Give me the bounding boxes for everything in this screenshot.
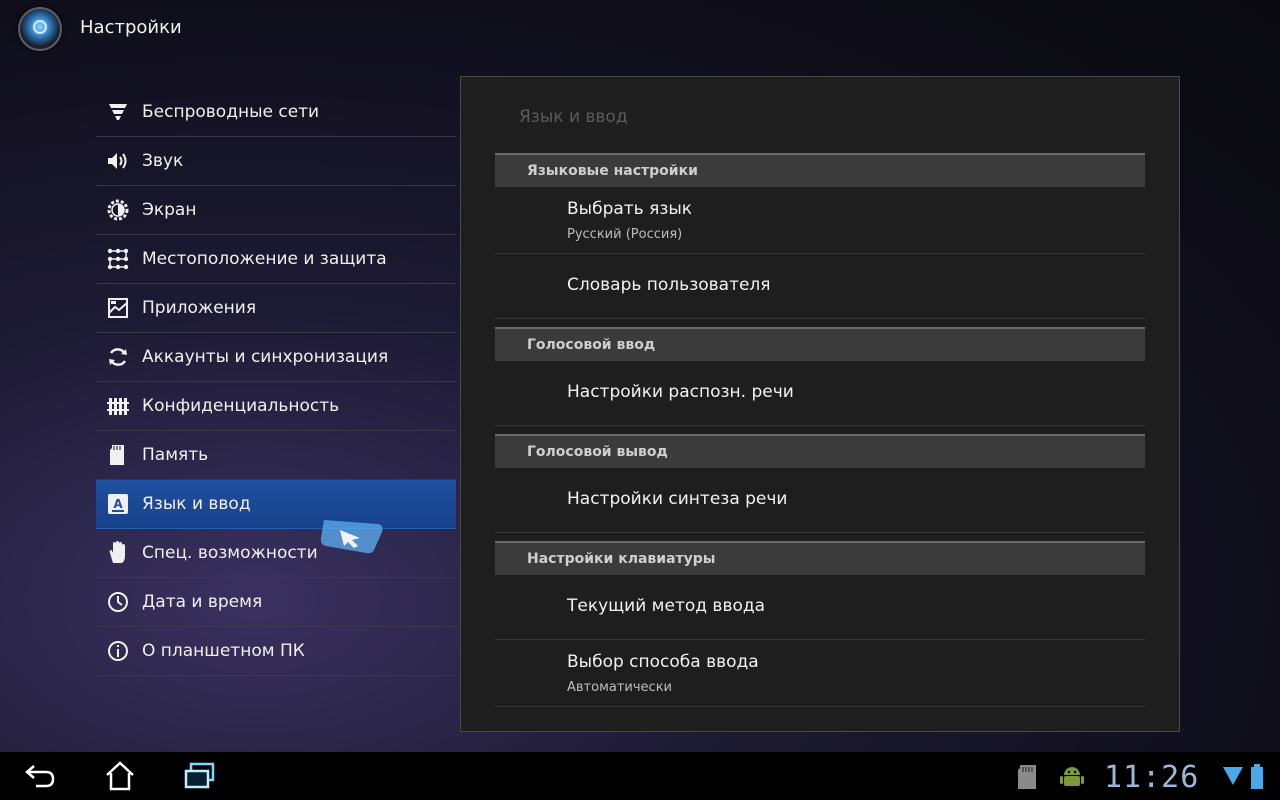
panel-title: Язык и ввод xyxy=(519,107,628,127)
watermark-logo xyxy=(300,516,410,586)
menu-item-label: Экран xyxy=(142,200,197,220)
pref-title: Настройки синтеза речи xyxy=(567,489,788,509)
pref-speech-recognition-settings[interactable]: Настройки распозн. речи xyxy=(495,361,1145,426)
home-icon xyxy=(106,761,134,791)
menu-item-screen[interactable]: Экран xyxy=(96,186,456,235)
clock-icon xyxy=(106,590,130,614)
brightness-icon xyxy=(106,198,130,222)
menu-item-accounts-sync[interactable]: Аккаунты и синхронизация xyxy=(96,333,456,382)
language-icon: A xyxy=(106,492,130,516)
pref-title: Текущий метод ввода xyxy=(567,596,766,616)
menu-item-about-tablet[interactable]: О планшетном ПК xyxy=(96,627,456,676)
sync-icon xyxy=(106,345,130,369)
preferences-panel: Язык и ввод Языковые настройки Выбрать я… xyxy=(460,76,1180,732)
svg-text:A: A xyxy=(113,497,123,511)
menu-item-label: Язык и ввод xyxy=(142,494,251,514)
menu-item-location-security[interactable]: Местоположение и защита xyxy=(96,235,456,284)
sd-card-icon xyxy=(106,443,130,467)
section-header: Настройки клавиатуры xyxy=(495,541,1145,575)
app-title: Настройки xyxy=(80,17,182,38)
location-lock-icon xyxy=(106,247,130,271)
pref-title: Выбрать язык xyxy=(567,199,693,219)
menu-item-label: Дата и время xyxy=(142,592,263,612)
pref-title: Настройки распозн. речи xyxy=(567,382,794,402)
hand-icon xyxy=(106,541,130,565)
action-bar: Настройки xyxy=(0,0,1280,58)
menu-item-label: О планшетном ПК xyxy=(142,641,305,661)
menu-item-label: Беспроводные сети xyxy=(142,102,320,122)
menu-item-wireless[interactable]: Беспроводные сети xyxy=(96,88,456,137)
menu-item-label: Память xyxy=(142,445,209,465)
back-button[interactable] xyxy=(20,760,60,792)
usb-debugging-icon xyxy=(1060,764,1084,794)
preferences-list: Языковые настройки Выбрать язык Русский … xyxy=(495,153,1145,707)
pref-summary: Русский (Россия) xyxy=(567,227,683,242)
settings-app-icon[interactable] xyxy=(18,7,62,51)
menu-item-label: Местоположение и защита xyxy=(142,249,387,269)
speaker-icon xyxy=(106,149,130,173)
menu-item-applications[interactable]: Приложения xyxy=(96,284,456,333)
sd-card-status-icon xyxy=(1016,764,1038,794)
battery-icon xyxy=(1250,764,1264,794)
settings-menu: Беспроводные сети Звук Экран Местоположе… xyxy=(96,88,456,676)
section-header: Языковые настройки xyxy=(495,153,1145,187)
menu-item-label: Конфиденциальность xyxy=(142,396,340,416)
menu-item-label: Звук xyxy=(142,151,184,171)
back-icon xyxy=(25,765,55,788)
pref-select-input-method[interactable]: Выбор способа ввода Автоматически xyxy=(495,640,1145,707)
pref-summary: Автоматически xyxy=(567,680,673,695)
home-button[interactable] xyxy=(100,760,140,792)
recent-apps-button[interactable] xyxy=(180,760,220,792)
pref-title: Словарь пользователя xyxy=(567,275,771,295)
status-clock: 11:26 xyxy=(1104,760,1200,795)
menu-item-sound[interactable]: Звук xyxy=(96,137,456,186)
apps-icon xyxy=(106,296,130,320)
system-bar: 11:26 xyxy=(0,752,1280,800)
wifi-signal-icon xyxy=(1222,766,1244,790)
menu-item-storage[interactable]: Память xyxy=(96,431,456,480)
pref-tts-settings[interactable]: Настройки синтеза речи xyxy=(495,468,1145,533)
recent-apps-icon xyxy=(184,762,215,789)
menu-item-label: Аккаунты и синхронизация xyxy=(142,347,389,367)
wifi-icon xyxy=(106,100,130,124)
fence-icon xyxy=(106,394,130,418)
pref-user-dictionary[interactable]: Словарь пользователя xyxy=(495,254,1145,319)
menu-item-label: Приложения xyxy=(142,298,257,318)
pref-current-input-method[interactable]: Текущий метод ввода xyxy=(495,575,1145,640)
menu-item-label: Спец. возможности xyxy=(142,543,318,563)
info-icon xyxy=(106,639,130,663)
section-header: Голосовой ввод xyxy=(495,327,1145,361)
pref-select-language[interactable]: Выбрать язык Русский (Россия) xyxy=(495,187,1145,254)
menu-item-privacy[interactable]: Конфиденциальность xyxy=(96,382,456,431)
pref-title: Выбор способа ввода xyxy=(567,652,759,672)
section-header: Голосовой вывод xyxy=(495,434,1145,468)
